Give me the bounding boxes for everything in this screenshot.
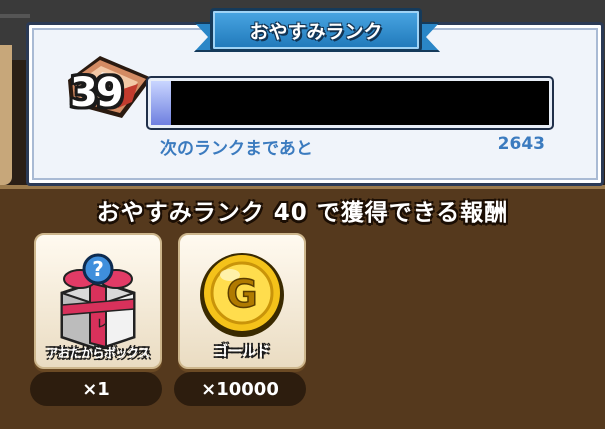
reward-tile-gold[interactable]: G ゴールド: [178, 233, 306, 369]
svg-text:レ: レ: [97, 317, 108, 330]
reward-name: アおたからボックス: [46, 346, 150, 360]
rank-progress-fill: [151, 81, 171, 125]
rank-progress-bar: [148, 78, 552, 128]
reward-name: ゴールド: [214, 344, 270, 360]
rank-number: 39: [70, 70, 124, 116]
reward-quantity: ×10000: [174, 372, 306, 406]
svg-text:?: ?: [92, 257, 104, 281]
next-rank-label: 次のランクまであと: [160, 139, 313, 159]
rank-title-ribbon: おやすみランク: [210, 8, 422, 52]
next-rank-value: 2643: [497, 134, 545, 154]
reward-quantity: ×1: [30, 372, 162, 406]
svg-text:G: G: [226, 272, 257, 316]
background-line: [0, 14, 30, 18]
rank-title: おやすみランク: [249, 20, 383, 43]
reward-tile-treasure-box[interactable]: ? レ アおたからボックス: [34, 233, 162, 369]
panel-left-edge: [0, 45, 12, 185]
rewards-heading: おやすみランク 40 で獲得できる報酬: [96, 200, 509, 226]
